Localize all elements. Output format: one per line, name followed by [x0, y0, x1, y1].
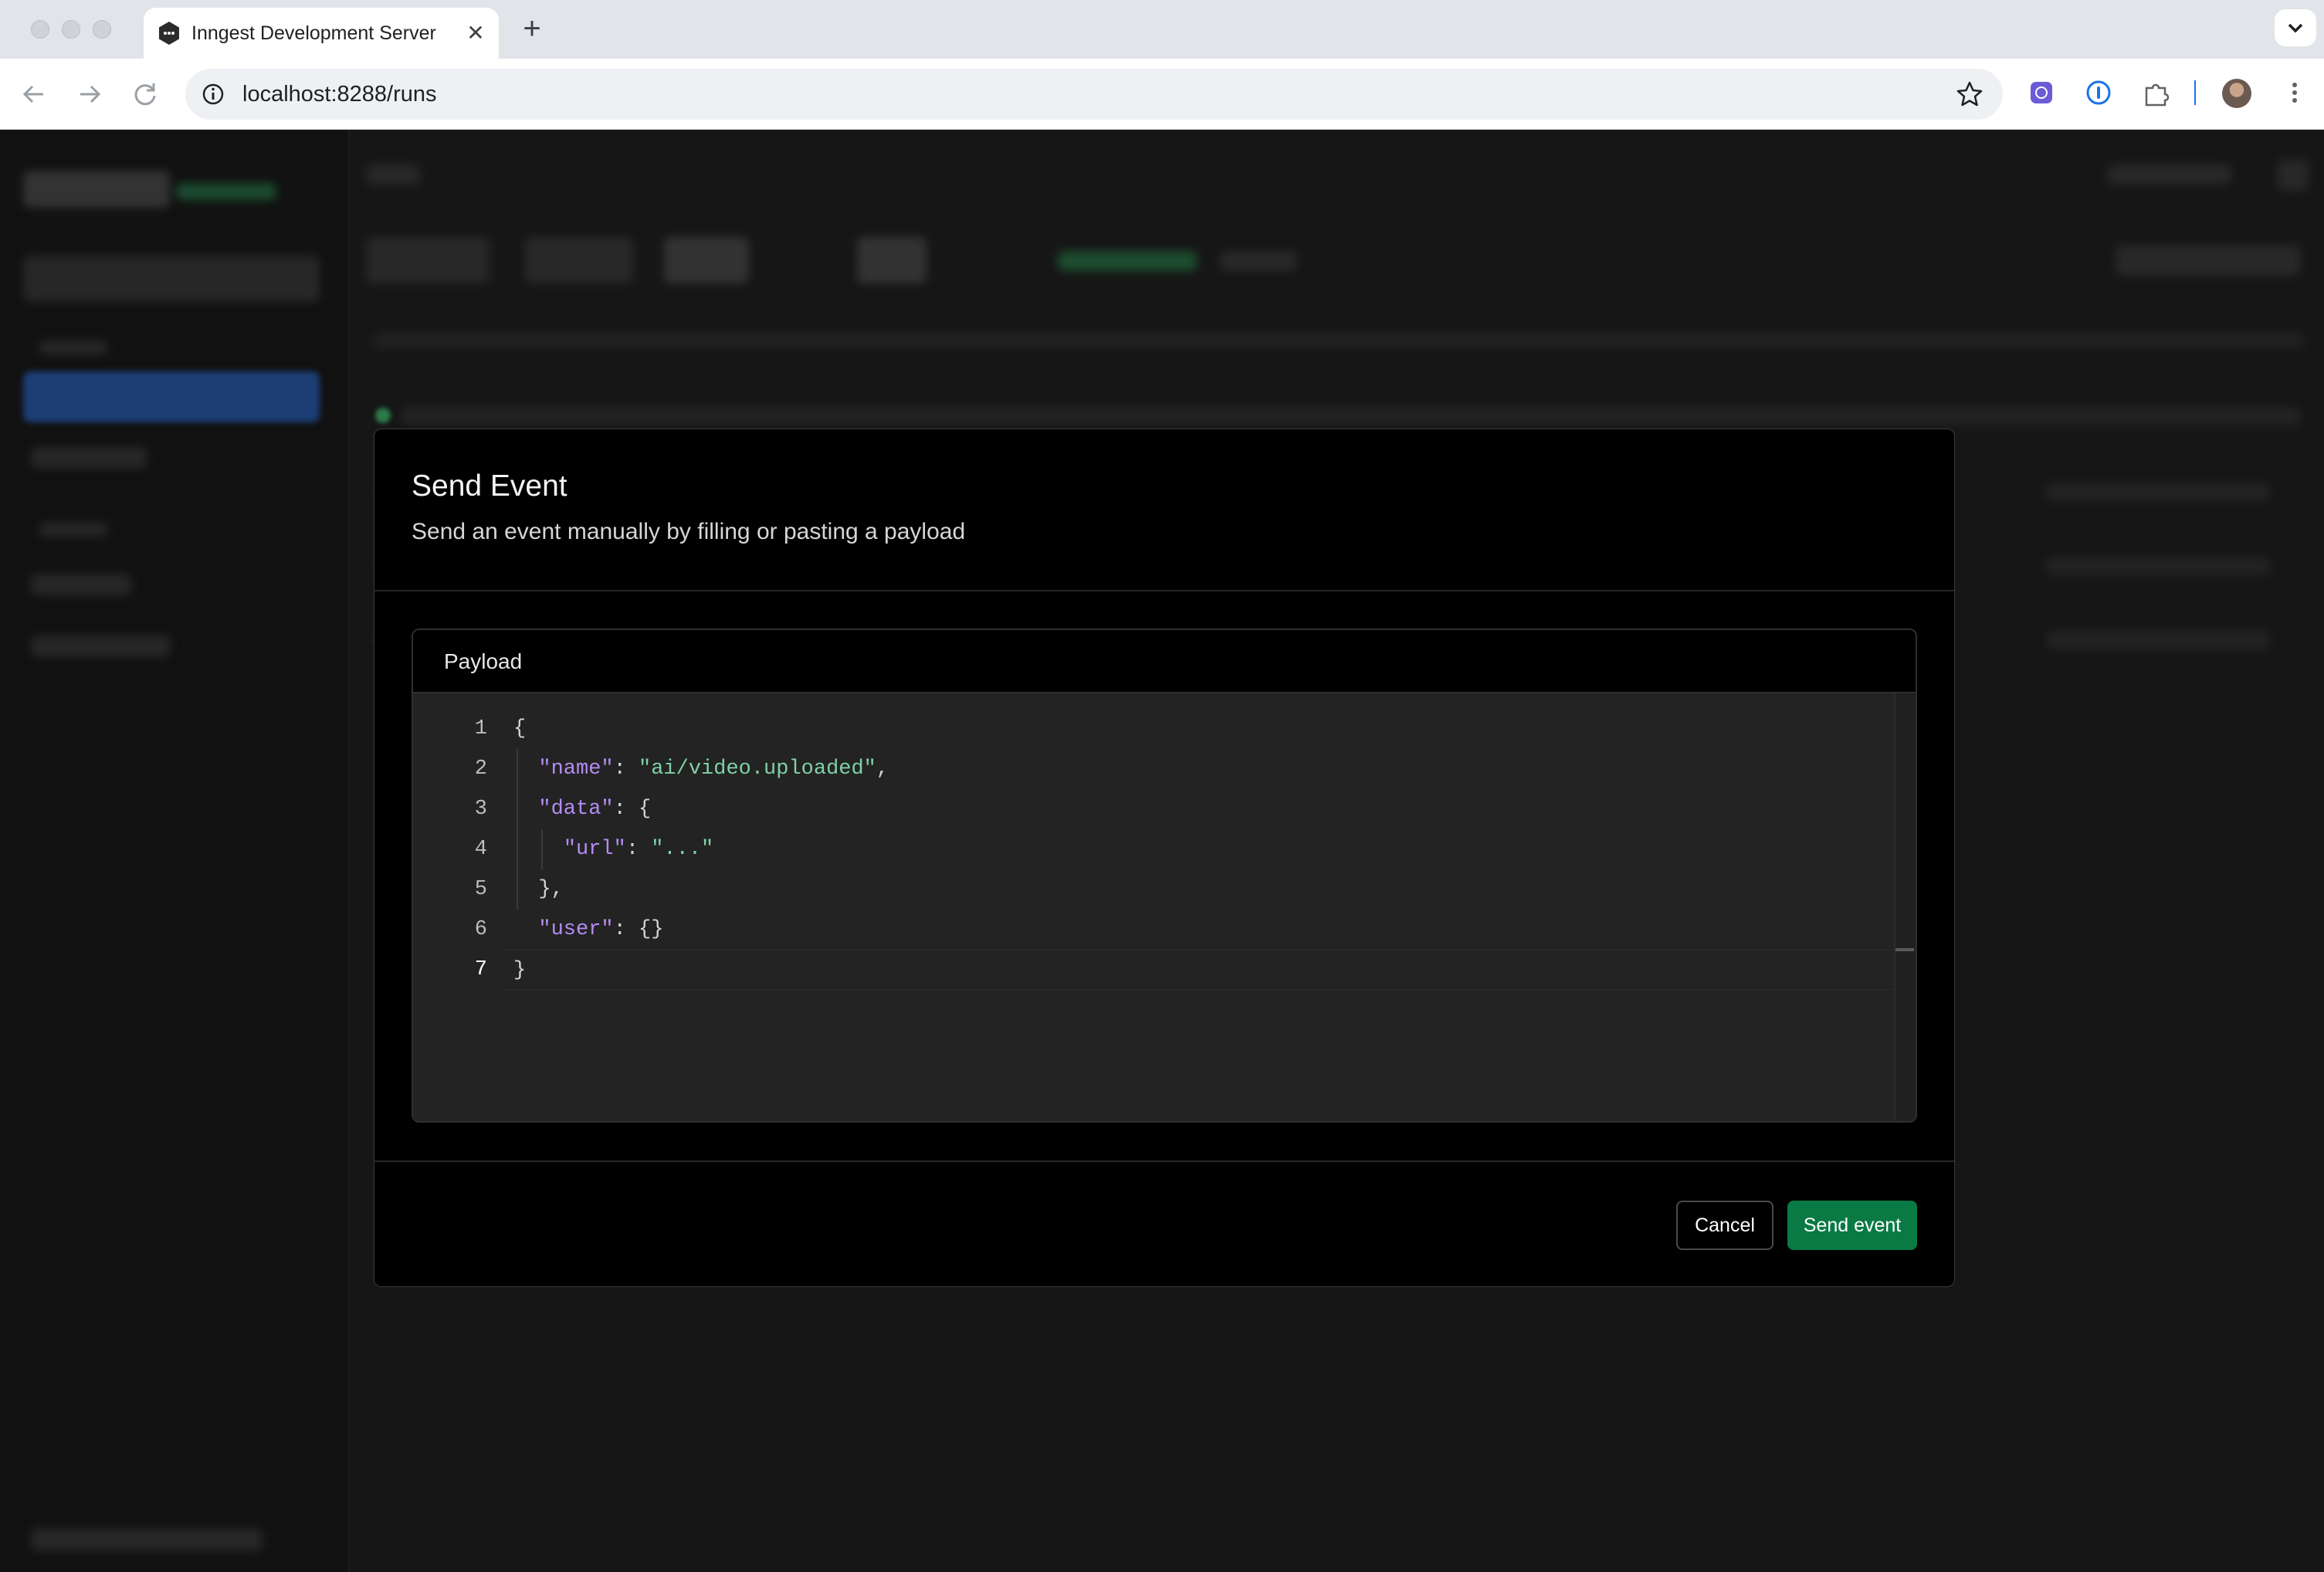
modal-header: Send Event Send an event manually by fil… — [374, 429, 1954, 591]
url-text: localhost:8288/runs — [242, 82, 437, 107]
app-logo — [23, 171, 170, 208]
table-row[interactable] — [2046, 557, 2270, 575]
sidebar-item-events[interactable] — [31, 447, 147, 469]
close-icon[interactable]: ✕ — [462, 19, 490, 47]
code-line-3: "data": { — [538, 798, 652, 821]
sidebar-item-apps[interactable] — [31, 574, 131, 595]
address-bar[interactable]: localhost:8288/runs — [185, 69, 2003, 120]
payload-code-editor[interactable]: 1 2 3 4 5 6 7 { "name": "ai/video.upload… — [413, 693, 1916, 1121]
code-line-5: }, — [538, 878, 564, 901]
table-row[interactable] — [2046, 631, 2270, 649]
line-number: 3 — [474, 798, 487, 821]
puzzle-icon[interactable] — [2140, 77, 2171, 108]
code-line-2: "name": "ai/video.uploaded", — [538, 757, 889, 781]
modal-footer: Cancel Send event — [374, 1160, 1954, 1288]
password-manager-icon[interactable] — [2083, 77, 2114, 108]
browser-tab-strip: Inngest Development Server ✕ + — [0, 0, 2324, 59]
extension-purple-icon[interactable] — [2026, 77, 2057, 108]
status-dot — [375, 408, 391, 423]
table-header — [374, 333, 2304, 348]
editor-scrollbar[interactable] — [1894, 693, 1916, 1121]
plus-icon[interactable]: + — [516, 12, 548, 45]
code-line-7: } — [504, 950, 1916, 990]
code-line-6: "user": {} — [538, 918, 664, 941]
modal-subtitle: Send an event manually by filling or pas… — [412, 519, 966, 544]
json-key: "user" — [538, 918, 614, 941]
window-zoom-control[interactable] — [93, 20, 111, 39]
line-number: 6 — [474, 918, 487, 941]
reload-icon[interactable] — [125, 74, 165, 114]
sidebar-item-runs[interactable] — [23, 371, 320, 422]
line-number: 7 — [474, 958, 487, 981]
tab-title: Inngest Development Server — [191, 22, 436, 44]
sidebar — [0, 130, 349, 1572]
star-icon[interactable] — [1955, 80, 1984, 109]
chevron-down-icon — [2288, 23, 2303, 33]
avatar[interactable] — [2222, 79, 2251, 108]
header-icon-button[interactable] — [2278, 160, 2309, 191]
code-line-4: "url": "..." — [563, 838, 714, 861]
cancel-button[interactable]: Cancel — [1676, 1201, 1773, 1250]
code-line-1: { — [513, 717, 527, 740]
sidebar-section-label — [39, 340, 108, 354]
line-number: 2 — [474, 757, 487, 781]
browser-tab[interactable]: Inngest Development Server ✕ — [144, 8, 499, 59]
kebab-menu-icon[interactable] — [2279, 77, 2310, 108]
sidebar-section-label-2 — [39, 523, 108, 537]
payload-panel: Payload 1 2 3 4 5 6 7 { "name": "ai/vide… — [412, 628, 1917, 1123]
payload-label: Payload — [444, 649, 523, 673]
status-filter[interactable] — [1058, 251, 1197, 271]
browser-toolbar: localhost:8288/runs — [0, 59, 2324, 130]
sidebar-item-functions[interactable] — [31, 635, 170, 657]
json-key: "url" — [563, 838, 626, 861]
page-title — [366, 164, 420, 185]
json-key: "data" — [538, 798, 614, 821]
back-arrow-icon[interactable] — [14, 74, 54, 114]
sidebar-search — [23, 256, 320, 302]
send-event-trigger[interactable] — [2108, 164, 2231, 185]
line-number-gutter: 1 2 3 4 5 6 7 — [413, 693, 504, 1121]
json-string: "..." — [651, 838, 714, 861]
filter-chip-3[interactable] — [664, 237, 749, 283]
sidebar-footer — [31, 1528, 263, 1551]
inngest-logo-icon — [159, 22, 179, 45]
dev-server-badge — [176, 183, 276, 200]
modal-title: Send Event — [412, 469, 567, 503]
window-close-control[interactable] — [31, 20, 49, 39]
window-minimize-control[interactable] — [62, 20, 80, 39]
send-event-button[interactable]: Send event — [1787, 1201, 1917, 1250]
line-number: 4 — [474, 838, 487, 861]
scrollbar-cursor-marker — [1895, 948, 1914, 951]
json-string: "ai/video.uploaded" — [639, 757, 876, 781]
payload-header: Payload — [413, 630, 1916, 693]
line-number: 5 — [474, 878, 487, 901]
line-number: 1 — [474, 717, 487, 740]
info-icon[interactable] — [199, 80, 227, 108]
toolbar-divider — [2194, 80, 2196, 105]
tab-search-button[interactable] — [2275, 9, 2316, 46]
filter-chip-2[interactable] — [525, 237, 633, 283]
send-event-modal: Send Event Send an event manually by fil… — [374, 429, 1955, 1287]
json-key: "name" — [538, 757, 614, 781]
filter-chip-1[interactable] — [366, 237, 490, 283]
table-row[interactable] — [401, 407, 2301, 425]
filter-chip-4[interactable] — [857, 237, 927, 283]
table-columns-button[interactable] — [2116, 245, 2301, 276]
table-row[interactable] — [2046, 483, 2270, 501]
forward-arrow-icon[interactable] — [69, 74, 110, 114]
filter-text[interactable] — [1220, 251, 1297, 271]
